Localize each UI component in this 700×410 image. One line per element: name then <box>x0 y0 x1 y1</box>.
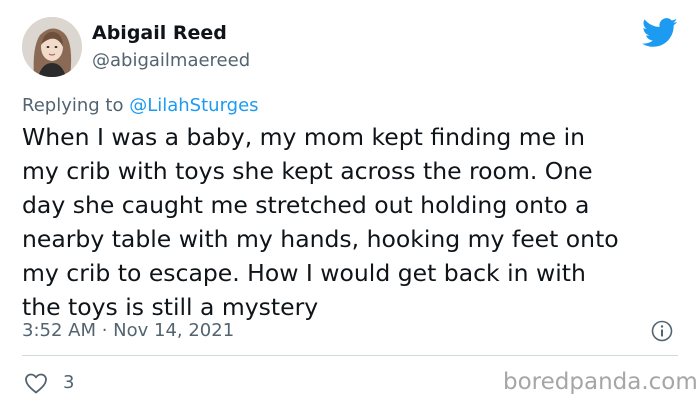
tweet-text: When I was a baby, my mom kept finding m… <box>22 123 619 321</box>
reply-mention-link[interactable]: @LilahSturges <box>129 95 258 116</box>
reply-prefix: Replying to <box>22 95 130 116</box>
avatar-image <box>22 17 82 77</box>
watermark: boredpanda.com <box>503 369 698 395</box>
author-handle[interactable]: @abigailmaereed <box>92 50 250 71</box>
avatar[interactable] <box>22 17 82 77</box>
author-display-name[interactable]: Abigail Reed <box>92 22 227 44</box>
heart-icon[interactable] <box>24 372 48 394</box>
divider <box>22 355 678 356</box>
info-icon[interactable] <box>651 320 673 342</box>
twitter-bird-icon[interactable] <box>642 18 678 48</box>
tweet-timestamp[interactable]: 3:52 AM · Nov 14, 2021 <box>22 320 234 341</box>
reply-context: Replying to @LilahSturges <box>22 95 259 116</box>
like-count: 3 <box>63 372 75 393</box>
